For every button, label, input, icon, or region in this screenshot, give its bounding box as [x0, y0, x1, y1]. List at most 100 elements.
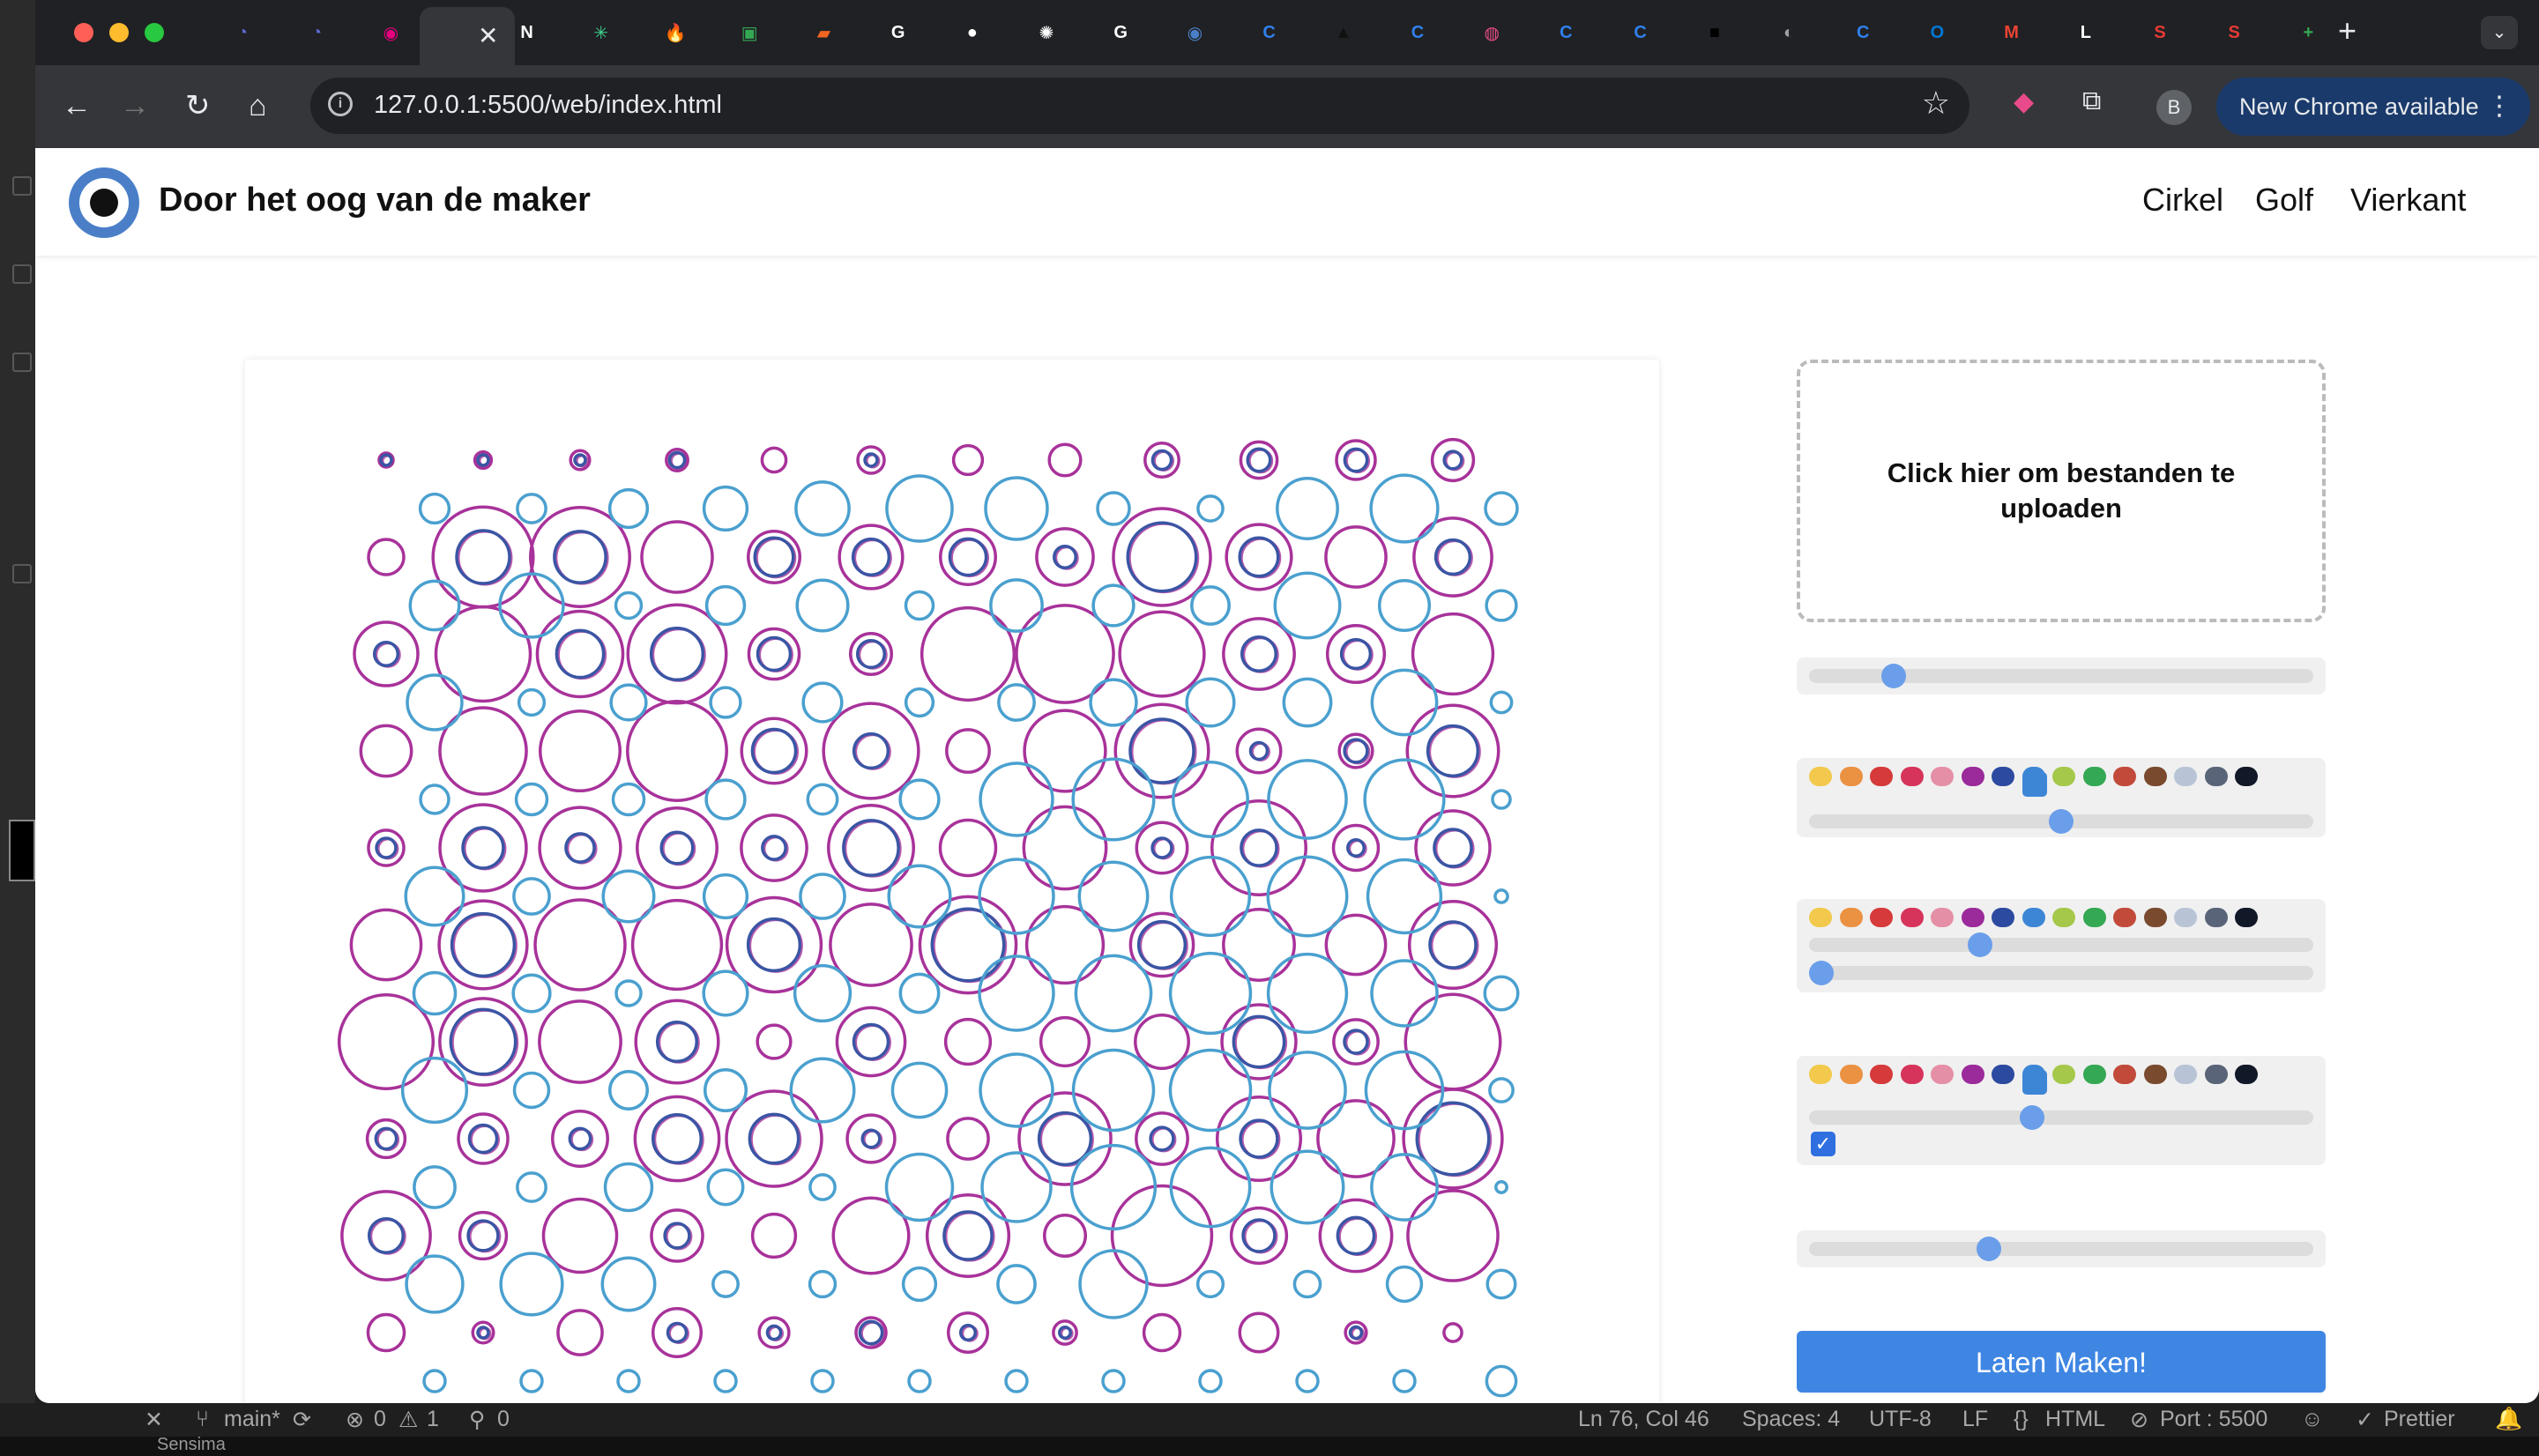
outlook-icon[interactable]: O — [1922, 18, 1952, 48]
slider-thumb[interactable] — [1967, 932, 1992, 957]
color-swatch[interactable] — [2174, 1065, 2197, 1084]
color-swatch[interactable] — [2052, 908, 2075, 927]
color-swatch[interactable] — [1961, 908, 1984, 927]
palette-handle[interactable] — [2022, 1070, 2047, 1095]
color-swatch[interactable] — [1992, 767, 2014, 786]
select-tool-icon[interactable] — [12, 176, 32, 196]
color-swatch[interactable] — [2235, 908, 2258, 927]
asterisk-icon[interactable]: ✳ — [586, 18, 616, 48]
c-icon[interactable]: C — [1255, 18, 1284, 48]
slider-thumb[interactable] — [1809, 961, 1834, 985]
site-info-icon[interactable]: i — [328, 92, 353, 116]
slider-track[interactable] — [1809, 1242, 2313, 1256]
openai-icon[interactable]: ✺ — [1031, 18, 1061, 48]
slider-track[interactable] — [1809, 966, 2313, 980]
l-icon[interactable]: L — [2071, 18, 2101, 48]
maximize-window-icon[interactable] — [145, 23, 164, 42]
upload-dropzone[interactable]: Click hier om bestanden te uploaden — [1797, 360, 2326, 622]
google-icon[interactable]: G — [883, 18, 913, 48]
profile-avatar[interactable]: B — [2156, 90, 2192, 125]
warning-count[interactable]: 1 — [427, 1407, 439, 1432]
color-swatch[interactable] — [2113, 767, 2136, 786]
color-swatch[interactable] — [1809, 767, 1832, 786]
c-icon[interactable]: C — [1551, 18, 1581, 48]
color-swatch[interactable] — [2082, 908, 2106, 927]
close-tab-icon[interactable]: ✕ — [478, 21, 498, 50]
language-mode[interactable]: HTML — [2045, 1407, 2105, 1432]
error-count[interactable]: 0 — [374, 1407, 386, 1432]
color-swatch[interactable] — [1992, 908, 2014, 927]
record-icon[interactable]: ◉ — [376, 18, 406, 48]
notification-bell-icon[interactable]: 🔔 — [2495, 1407, 2522, 1432]
new-tab-icon[interactable]: + — [2338, 12, 2357, 49]
linear-icon[interactable]: ◔ — [302, 18, 331, 48]
color-swatch[interactable] — [1931, 908, 1954, 927]
slider-track[interactable] — [1809, 938, 2313, 952]
cursor-position[interactable]: Ln 76, Col 46 — [1578, 1407, 1709, 1432]
color-swatch[interactable] — [1900, 908, 1924, 927]
extensions-icon[interactable]: ⧉ — [2082, 86, 2101, 116]
notion-icon[interactable]: N — [512, 18, 542, 48]
color-swatch[interactable] — [9, 820, 35, 881]
more-menu-icon[interactable]: ⋮ — [2486, 78, 2513, 136]
linear-icon[interactable]: ◔ — [227, 18, 257, 48]
color-swatch[interactable] — [2204, 767, 2228, 786]
color-swatch[interactable] — [1870, 908, 1893, 927]
copilot-icon[interactable]: ☺ — [2301, 1407, 2324, 1432]
reload-icon[interactable]: ↻ — [185, 88, 211, 123]
color-swatch[interactable] — [2204, 1065, 2228, 1084]
bookmark-icon[interactable]: ▰ — [808, 18, 838, 48]
color-swatch[interactable] — [2022, 908, 2045, 927]
home-icon[interactable]: ⌂ — [249, 88, 267, 123]
encoding[interactable]: UTF-8 — [1869, 1407, 1932, 1432]
sync-icon[interactable]: ⟳ — [293, 1407, 311, 1433]
color-swatch[interactable] — [2052, 767, 2075, 786]
gmail-icon[interactable]: M — [1997, 18, 2027, 48]
bookmark-star-icon[interactable]: ☆ — [1922, 85, 1950, 122]
s-icon[interactable]: S — [2219, 18, 2249, 48]
plus-sheet-icon[interactable]: + — [2293, 18, 2323, 48]
color-swatch[interactable] — [2113, 908, 2136, 927]
color-swatch[interactable] — [2082, 767, 2106, 786]
slider-thumb[interactable] — [1977, 1237, 2002, 1261]
shape-tool-icon[interactable] — [12, 353, 32, 372]
back-icon[interactable]: ← — [62, 88, 92, 123]
update-chrome-button[interactable]: New Chrome available ⋮ — [2216, 78, 2530, 136]
color-swatch[interactable] — [2174, 767, 2197, 786]
color-swatch[interactable] — [2082, 1065, 2106, 1084]
c-icon[interactable]: C — [1626, 18, 1656, 48]
triangle-icon[interactable]: ▲ — [1329, 18, 1359, 48]
indentation[interactable]: Spaces: 4 — [1742, 1407, 1840, 1432]
palette-handle[interactable] — [2022, 772, 2047, 797]
c-icon[interactable]: C — [1848, 18, 1878, 48]
dribbble-icon[interactable]: ◍ — [1477, 18, 1507, 48]
color-swatch[interactable] — [2174, 908, 2197, 927]
sheet-icon[interactable]: ▣ — [734, 18, 764, 48]
address-bar[interactable]: i 127.0.0.1:5500/web/index.html ☆ — [310, 78, 1969, 134]
line-ending[interactable]: LF — [1962, 1407, 1988, 1432]
prettier-status[interactable]: Prettier — [2384, 1407, 2455, 1432]
color-swatch[interactable] — [2235, 1065, 2258, 1084]
nav-vierkant[interactable]: Vierkant — [2350, 182, 2466, 219]
color-swatch[interactable] — [2143, 1065, 2167, 1084]
ports-count[interactable]: 0 — [497, 1407, 510, 1432]
slider-thumb[interactable] — [2020, 1105, 2045, 1130]
eye-icon[interactable]: ◉ — [1180, 18, 1210, 48]
color-swatch[interactable] — [1900, 1065, 1924, 1084]
color-swatch[interactable] — [1931, 1065, 1954, 1084]
github-icon[interactable]: ● — [957, 18, 987, 48]
chevron-down-icon[interactable]: ⌄ — [2481, 16, 2518, 49]
color-swatch[interactable] — [1809, 908, 1832, 927]
slider-thumb[interactable] — [2049, 809, 2074, 834]
color-swatch[interactable] — [1961, 1065, 1984, 1084]
color-swatch[interactable] — [1839, 1065, 1863, 1084]
forward-icon[interactable]: → — [120, 88, 150, 123]
color-swatch[interactable] — [1839, 767, 1863, 786]
url-text[interactable]: 127.0.0.1:5500/web/index.html — [374, 91, 722, 120]
active-tab[interactable]: ✕ — [420, 7, 515, 65]
close-window-icon[interactable] — [74, 23, 93, 42]
color-swatch[interactable] — [1961, 767, 1984, 786]
git-branch[interactable]: main* — [224, 1407, 280, 1432]
eye-logo-icon[interactable] — [69, 167, 139, 238]
color-swatch[interactable] — [2204, 908, 2228, 927]
